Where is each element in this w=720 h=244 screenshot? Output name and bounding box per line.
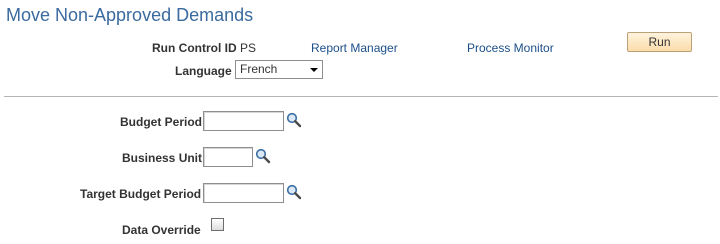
budget-period-label: Budget Period [120,115,203,129]
page-title: Move Non-Approved Demands [6,5,254,25]
business-unit-label: Business Unit [122,151,203,165]
run-control-label: Run Control ID [152,41,237,55]
data-override-checkbox[interactable] [211,218,224,231]
business-unit-input[interactable] [203,147,253,167]
language-select-value: French [240,62,278,76]
divider [4,96,718,97]
budget-period-input[interactable] [203,111,284,131]
language-label: Language [175,64,232,78]
magnifier-icon [286,112,302,128]
report-manager-link[interactable]: Report Manager [311,41,398,55]
business-unit-lookup-icon[interactable] [255,148,271,164]
budget-period-lookup-icon[interactable] [286,112,302,128]
run-button[interactable]: Run [627,32,692,52]
target-budget-period-label: Target Budget Period [80,187,202,201]
magnifier-icon [255,148,271,164]
target-budget-period-input[interactable] [203,183,284,203]
chevron-down-icon [310,68,318,72]
target-budget-period-lookup-icon[interactable] [286,184,302,200]
process-monitor-link[interactable]: Process Monitor [467,41,554,55]
language-select[interactable]: French [235,60,323,79]
data-override-label: Data Override [122,223,201,237]
run-control-value: PS [240,41,257,55]
magnifier-icon [286,184,302,200]
